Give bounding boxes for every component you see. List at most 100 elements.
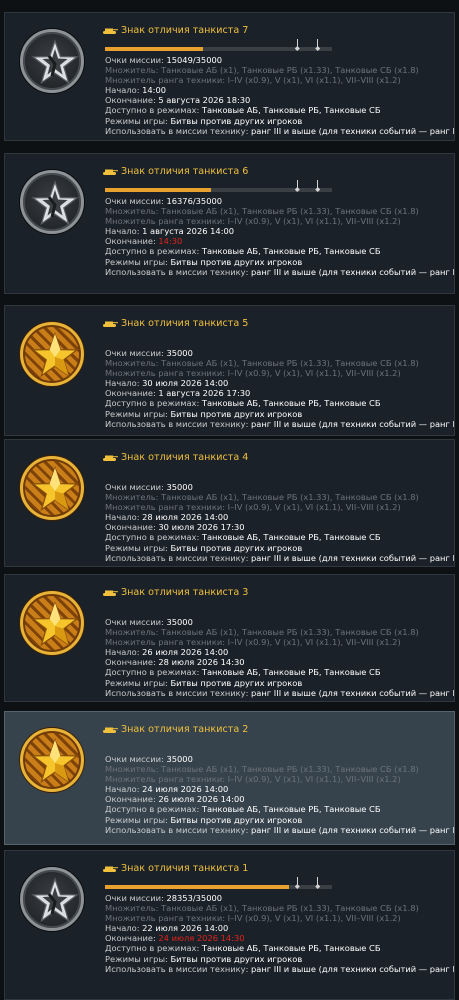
start-line-value: 24 июля 2026 14:00 xyxy=(142,784,229,795)
progress-marker xyxy=(296,39,298,47)
end-line-value: 26 июля 2026 14:00 xyxy=(158,794,245,805)
progress-marker xyxy=(296,877,298,885)
available-line-label: Доступно в режимах: xyxy=(105,246,200,257)
mission-details: Очки миссии: 16376/35000 Множитель: Танко… xyxy=(105,196,455,277)
mission-details: Очки миссии: 35000 Множитель: Танковые АБ… xyxy=(105,617,454,698)
points-line: Очки миссии: 28353/35000 xyxy=(105,893,454,903)
start-line-value: 14:00 xyxy=(142,85,167,96)
multiplier-line-label: Множитель: xyxy=(105,627,159,638)
multiplier-line-value: Танковые АБ (x1), Танковые РБ (x1.33), Т… xyxy=(161,764,419,775)
points-line-label: Очки миссии: xyxy=(105,348,164,358)
end-line: Окончание: 28 июля 2026 14:30 xyxy=(105,657,454,668)
multiplier-line: Множитель: Танковые АБ (x1), Танковые РБ… xyxy=(105,764,454,775)
multiplier-line-value: Танковые АБ (x1), Танковые РБ (x1.33), Т… xyxy=(161,903,419,914)
use-vehicles-line-value: ранг III и выше (для техники событий — р… xyxy=(251,266,455,277)
mission-card[interactable]: Знак отличия танкиста 6 Очки миссии: 1637… xyxy=(4,153,455,294)
multiplier-line-label: Множитель: xyxy=(105,358,159,369)
multiplier-line-label: Множитель: xyxy=(105,903,159,914)
multiplier-line-label: Множитель: xyxy=(105,764,159,775)
end-line-value: 24 июля 2026 14:30 xyxy=(158,933,245,944)
mission-card[interactable]: Знак отличия танкиста 2 Очки миссии: 3500… xyxy=(4,711,455,845)
points-line: Очки миссии: 15049/35000 xyxy=(105,55,454,65)
rank-multiplier-line-label: Множитель ранга техники: xyxy=(105,502,226,513)
gray-star-medal-icon xyxy=(20,867,84,931)
mission-header: Знак отличия танкиста 2 xyxy=(102,724,248,736)
game-modes-line: Режимы игры: Битвы против других игроков xyxy=(105,116,454,126)
available-line-label: Доступно в режимах: xyxy=(105,667,200,678)
end-line-value: 30 июля 2026 17:30 xyxy=(158,522,245,533)
start-line-label: Начало: xyxy=(105,85,140,96)
start-line: Начало: 30 июля 2026 14:00 xyxy=(105,378,454,388)
available-line-label: Доступно в режимах: xyxy=(105,532,200,543)
start-line-label: Начало: xyxy=(105,512,140,523)
available-line-label: Доступно в режимах: xyxy=(105,398,200,409)
mission-header: Знак отличия танкиста 6 xyxy=(102,166,248,178)
mission-details: Очки миссии: 28353/35000 Множитель: Танко… xyxy=(105,893,455,974)
gray-star-medal-icon xyxy=(20,170,84,234)
multiplier-line-label: Множитель: xyxy=(105,65,159,76)
available-line-value: Танковые АБ, Танковые РБ, Танковые СБ xyxy=(201,667,381,678)
mission-card[interactable]: Знак отличия танкиста 4 Очки миссии: 3500… xyxy=(4,439,455,567)
points-line: Очки миссии: 35000 xyxy=(105,754,454,764)
end-line-label: Окончание: xyxy=(105,657,156,668)
available-line-value: Танковые АБ, Танковые РБ, Танковые СБ xyxy=(201,804,381,815)
rank-multiplier-line-label: Множитель ранга техники: xyxy=(105,75,226,86)
use-vehicles-line-value: ранг III и выше (для техники событий — р… xyxy=(251,963,455,974)
rank-multiplier-line: Множитель ранга техники: I–IV (x0.9), V … xyxy=(105,774,454,784)
mission-card[interactable]: Знак отличия танкиста 5 Очки миссии: 3500… xyxy=(4,305,455,436)
points-line-label: Очки миссии: xyxy=(105,893,164,903)
rank-multiplier-line-label: Множитель ранга техники: xyxy=(105,216,226,227)
tank-icon xyxy=(102,26,118,35)
game-modes-line-value: Битвы против других игроков xyxy=(170,256,303,267)
mission-list: Знак отличия танкиста 7 Очки миссии: 1504… xyxy=(0,0,459,1000)
game-modes-line-label: Режимы игры: xyxy=(105,256,168,267)
use-vehicles-line-label: Использовать в миссии технику: xyxy=(105,963,249,974)
rank-multiplier-line-label: Множитель ранга техники: xyxy=(105,368,226,379)
points-line-value: 28353/35000 xyxy=(166,893,223,903)
mission-title: Знак отличия танкиста 5 xyxy=(121,318,249,329)
start-line: Начало: 26 июля 2026 14:00 xyxy=(105,647,454,657)
tank-icon xyxy=(102,453,118,462)
start-line-value: 28 июля 2026 14:00 xyxy=(142,512,229,523)
multiplier-line-value: Танковые АБ (x1), Танковые РБ (x1.33), Т… xyxy=(161,206,419,217)
progress-bar xyxy=(105,180,332,192)
gray-star-medal-icon xyxy=(20,29,84,93)
progress-marker xyxy=(296,180,298,188)
tank-icon xyxy=(102,319,118,328)
mission-header: Знак отличия танкиста 5 xyxy=(102,318,248,330)
start-line: Начало: 24 июля 2026 14:00 xyxy=(105,784,454,795)
multiplier-line-label: Множитель: xyxy=(105,206,159,217)
use-vehicles-line-label: Использовать в миссии технику: xyxy=(105,125,249,136)
game-modes-line-value: Битвы против других игроков xyxy=(170,953,303,964)
use-vehicles-line: Использовать в миссии технику: ранг III … xyxy=(105,688,454,698)
points-line-label: Очки миссии: xyxy=(105,754,164,764)
progress-fill xyxy=(105,47,203,51)
tank-icon xyxy=(102,725,118,734)
end-line-value: 1 августа 2026 17:30 xyxy=(158,388,251,399)
game-modes-line: Режимы игры: Битвы против других игроков xyxy=(105,953,454,964)
use-vehicles-line-label: Использовать в миссии технику: xyxy=(105,418,249,429)
available-line-value: Танковые АБ, Танковые РБ, Танковые СБ xyxy=(201,398,381,409)
end-line-value: 5 августа 2026 18:30 xyxy=(158,95,251,106)
gold-star-medal-icon xyxy=(20,322,84,386)
use-vehicles-line-value: ранг III и выше (для техники событий — р… xyxy=(251,125,455,136)
mission-card[interactable]: Знак отличия танкиста 3 Очки миссии: 3500… xyxy=(4,574,455,702)
available-line: Доступно в режимах: Танковые АБ, Танковы… xyxy=(105,105,454,115)
use-vehicles-line: Использовать в миссии технику: ранг III … xyxy=(105,125,455,136)
rank-multiplier-line-value: I–IV (x0.9), V (x1), VI (x1.1), VII–VIII… xyxy=(227,502,401,513)
game-modes-line: Режимы игры: Битвы против других игроков xyxy=(105,815,454,825)
start-line-value: 1 августа 2026 14:00 xyxy=(142,226,235,237)
use-vehicles-line-label: Использовать в миссии технику: xyxy=(105,824,249,835)
available-line: Доступно в режимах: Танковые АБ, Танковы… xyxy=(105,667,454,678)
progress-fill xyxy=(105,188,212,192)
use-vehicles-line: Использовать в миссии технику: ранг III … xyxy=(105,418,454,429)
rank-multiplier-line-value: I–IV (x0.9), V (x1), VI (x1.1), VII–VIII… xyxy=(227,913,401,924)
mission-card[interactable]: Знак отличия танкиста 7 Очки миссии: 1504… xyxy=(4,12,455,141)
use-vehicles-line: Использовать в миссии технику: ранг III … xyxy=(105,266,455,277)
mission-card[interactable]: Знак отличия танкиста 1 Очки миссии: 2835… xyxy=(4,850,455,1000)
game-modes-line: Режимы игры: Битвы против других игроков xyxy=(105,677,454,688)
game-modes-line-label: Режимы игры: xyxy=(105,677,168,688)
progress-bar xyxy=(105,877,332,889)
end-line-value: 14:30 xyxy=(158,236,183,247)
points-line-label: Очки миссии: xyxy=(105,196,164,206)
